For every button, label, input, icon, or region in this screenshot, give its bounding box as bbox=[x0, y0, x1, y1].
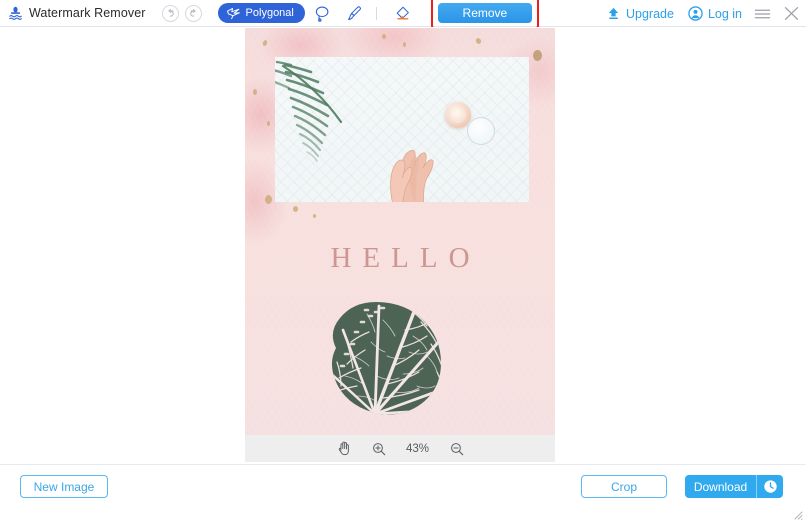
glass-lid bbox=[467, 117, 495, 145]
palm-leaf-graphic bbox=[275, 60, 377, 171]
redo-button[interactable] bbox=[184, 4, 202, 22]
brand: Watermark Remover bbox=[7, 5, 146, 22]
hands-graphic bbox=[379, 119, 443, 202]
download-label: Download bbox=[693, 479, 748, 494]
tool-divider bbox=[375, 6, 377, 20]
watermark-logo-icon bbox=[7, 5, 24, 22]
confetti-fleck bbox=[403, 42, 406, 47]
upgrade-label: Upgrade bbox=[625, 6, 674, 21]
eraser-tool[interactable] bbox=[388, 1, 416, 25]
polygonal-tool-label: Polygonal bbox=[245, 7, 294, 19]
remove-button-wrapper: Remove bbox=[430, 0, 539, 29]
confetti-fleck bbox=[265, 195, 272, 204]
leaf-print-graphic bbox=[317, 286, 492, 421]
login-button[interactable]: Log in bbox=[688, 6, 742, 21]
close-button[interactable] bbox=[783, 6, 800, 21]
app-header: Watermark Remover Polygonal Remove Upgra… bbox=[0, 0, 806, 29]
confetti-fleck bbox=[293, 206, 298, 212]
crop-button[interactable]: Crop bbox=[581, 475, 667, 498]
window-resize-grip[interactable] bbox=[792, 507, 803, 520]
lasso-tool[interactable] bbox=[309, 1, 337, 25]
remove-button[interactable]: Remove bbox=[437, 3, 532, 23]
inset-photo bbox=[275, 57, 529, 202]
header-right-group: Upgrade Log in bbox=[592, 0, 800, 27]
zoom-level-value: 43% bbox=[405, 442, 430, 455]
cosmetic-jar bbox=[445, 102, 471, 128]
upgrade-arrow-icon bbox=[606, 6, 621, 21]
confetti-fleck bbox=[313, 214, 316, 218]
download-button[interactable]: Download bbox=[685, 475, 783, 498]
app-footer: New Image Crop Download bbox=[0, 464, 806, 521]
user-avatar-icon bbox=[688, 6, 703, 21]
clock-history-icon[interactable] bbox=[757, 475, 783, 498]
confetti-fleck bbox=[267, 121, 270, 126]
brush-tool[interactable] bbox=[341, 1, 369, 25]
history-buttons bbox=[161, 4, 202, 22]
hamburger-menu-button[interactable] bbox=[754, 7, 771, 21]
undo-button[interactable] bbox=[161, 4, 179, 22]
canvas-area[interactable]: HELLO 43% bbox=[0, 27, 806, 464]
editing-image[interactable]: HELLO bbox=[245, 28, 555, 462]
app-title: Watermark Remover bbox=[29, 6, 146, 20]
upgrade-button[interactable]: Upgrade bbox=[606, 6, 674, 21]
zoom-in-icon[interactable] bbox=[370, 440, 388, 458]
confetti-fleck bbox=[533, 50, 542, 61]
new-image-button[interactable]: New Image bbox=[20, 475, 108, 498]
polygonal-lasso-icon bbox=[226, 7, 241, 20]
canvas-zoom-toolbar: 43% bbox=[245, 435, 555, 462]
zoom-out-icon[interactable] bbox=[448, 440, 466, 458]
confetti-fleck bbox=[382, 34, 386, 39]
poster-headline: HELLO bbox=[330, 242, 481, 274]
polygonal-tool[interactable]: Polygonal bbox=[217, 3, 305, 23]
hand-tool-icon[interactable] bbox=[335, 440, 353, 458]
tool-group: Polygonal bbox=[217, 1, 416, 25]
login-label: Log in bbox=[707, 6, 742, 21]
watermark-remover-window: Watermark Remover Polygonal Remove Upgra… bbox=[0, 0, 806, 521]
confetti-fleck bbox=[253, 89, 257, 95]
